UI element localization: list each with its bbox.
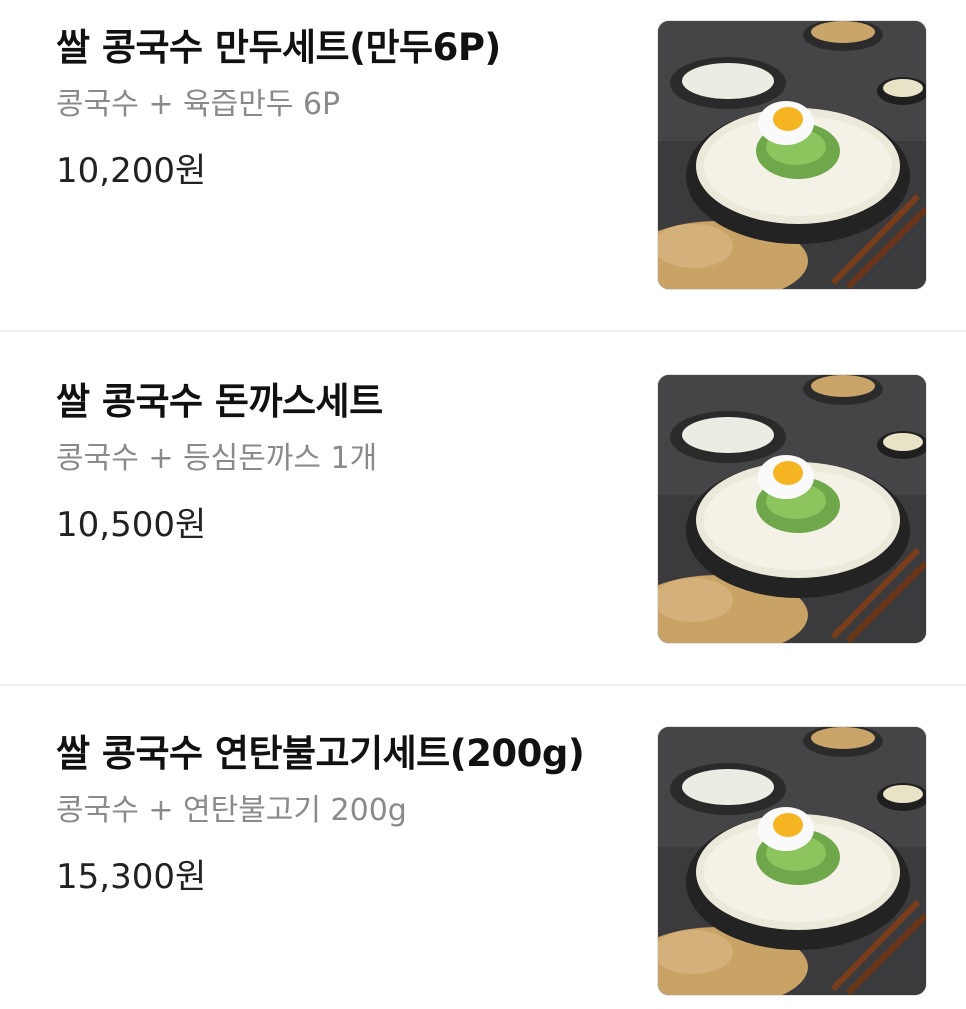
menu-item-name: 쌀 콩국수 연탄불고기세트(200g)	[56, 732, 585, 775]
menu-item-text: 쌀 콩국수 만두세트(만두6P) 콩국수 + 육즙만두 6P 10,200원	[56, 22, 636, 194]
menu-item-name: 쌀 콩국수 만두세트(만두6P)	[56, 26, 501, 69]
kongguksu-photo	[658, 727, 926, 995]
menu-item-name: 쌀 콩국수 돈까스세트	[56, 380, 383, 423]
menu-item-text: 쌀 콩국수 돈까스세트 콩국수 + 등심돈까스 1개 10,500원	[56, 376, 636, 548]
kongguksu-photo	[658, 21, 926, 289]
menu-item-description: 콩국수 + 등심돈까스 1개	[56, 441, 378, 476]
menu-item-photo[interactable]	[657, 374, 927, 644]
menu-item-photo[interactable]	[657, 726, 927, 996]
menu-item[interactable]: 쌀 콩국수 연탄불고기세트(200g) 콩국수 + 연탄불고기 200g 15,…	[0, 684, 966, 1009]
menu-item-description: 콩국수 + 연탄불고기 200g	[56, 793, 407, 828]
menu-item-price: 10,500원	[56, 505, 207, 545]
kongguksu-photo	[658, 375, 926, 643]
menu-item-description: 콩국수 + 육즙만두 6P	[56, 87, 341, 122]
menu-item-price: 15,300원	[56, 857, 207, 897]
menu-item-price: 10,200원	[56, 151, 207, 191]
menu-item[interactable]: 쌀 콩국수 돈까스세트 콩국수 + 등심돈까스 1개 10,500원	[0, 330, 966, 684]
menu-item[interactable]: 쌀 콩국수 만두세트(만두6P) 콩국수 + 육즙만두 6P 10,200원	[0, 0, 966, 330]
menu-list: 쌀 콩국수 만두세트(만두6P) 콩국수 + 육즙만두 6P 10,200원 쌀…	[0, 0, 966, 1009]
menu-item-photo[interactable]	[657, 20, 927, 290]
menu-item-text: 쌀 콩국수 연탄불고기세트(200g) 콩국수 + 연탄불고기 200g 15,…	[56, 728, 636, 900]
